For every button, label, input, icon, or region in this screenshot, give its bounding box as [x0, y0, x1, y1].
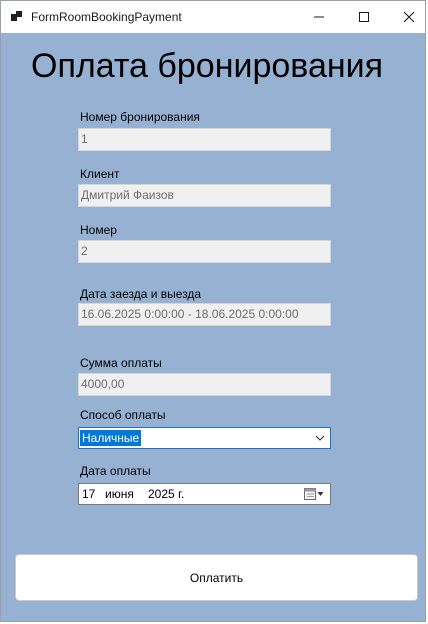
- app-icon: [11, 11, 23, 23]
- window-title: FormRoomBookingPayment: [31, 10, 182, 24]
- dates-field[interactable]: 16.06.2025 0:00:00 - 18.06.2025 0:00:00: [78, 303, 331, 326]
- client-field[interactable]: Дмитрий Фаизов: [78, 184, 331, 207]
- booking-number-label: Номер бронирования: [80, 110, 200, 124]
- payment-date-month[interactable]: июня: [105, 487, 134, 501]
- minimize-icon: [314, 16, 324, 18]
- chevron-down-icon[interactable]: [314, 432, 326, 444]
- amount-label: Сумма оплаты: [80, 356, 162, 370]
- maximize-button[interactable]: [341, 1, 387, 33]
- maximize-icon: [359, 12, 369, 22]
- booking-number-field[interactable]: 1: [78, 128, 331, 151]
- payment-window: FormRoomBookingPayment Оплата бронирован…: [0, 0, 426, 622]
- client-label: Клиент: [80, 167, 120, 181]
- payment-date-year[interactable]: 2025 г.: [148, 487, 184, 501]
- payment-method-label: Способ оплаты: [80, 408, 166, 422]
- calendar-icon[interactable]: [304, 487, 326, 501]
- pay-button[interactable]: Оплатить: [15, 554, 418, 601]
- payment-method-value: Наличные: [80, 430, 142, 446]
- page-title: Оплата бронирования: [31, 47, 384, 85]
- title-bar: FormRoomBookingPayment: [1, 1, 425, 33]
- close-icon: [403, 11, 415, 23]
- room-field[interactable]: 2: [78, 240, 331, 263]
- minimize-button[interactable]: [296, 1, 342, 33]
- payment-method-select[interactable]: Наличные: [78, 427, 331, 449]
- payment-date-label: Дата оплаты: [80, 464, 151, 478]
- room-label: Номер: [80, 223, 117, 237]
- close-button[interactable]: [386, 1, 425, 33]
- payment-date-day[interactable]: 17: [82, 487, 95, 501]
- payment-date-picker[interactable]: 17 июня 2025 г.: [78, 483, 331, 505]
- amount-field[interactable]: 4000,00: [78, 373, 331, 396]
- dates-label: Дата заезда и выезда: [80, 287, 202, 301]
